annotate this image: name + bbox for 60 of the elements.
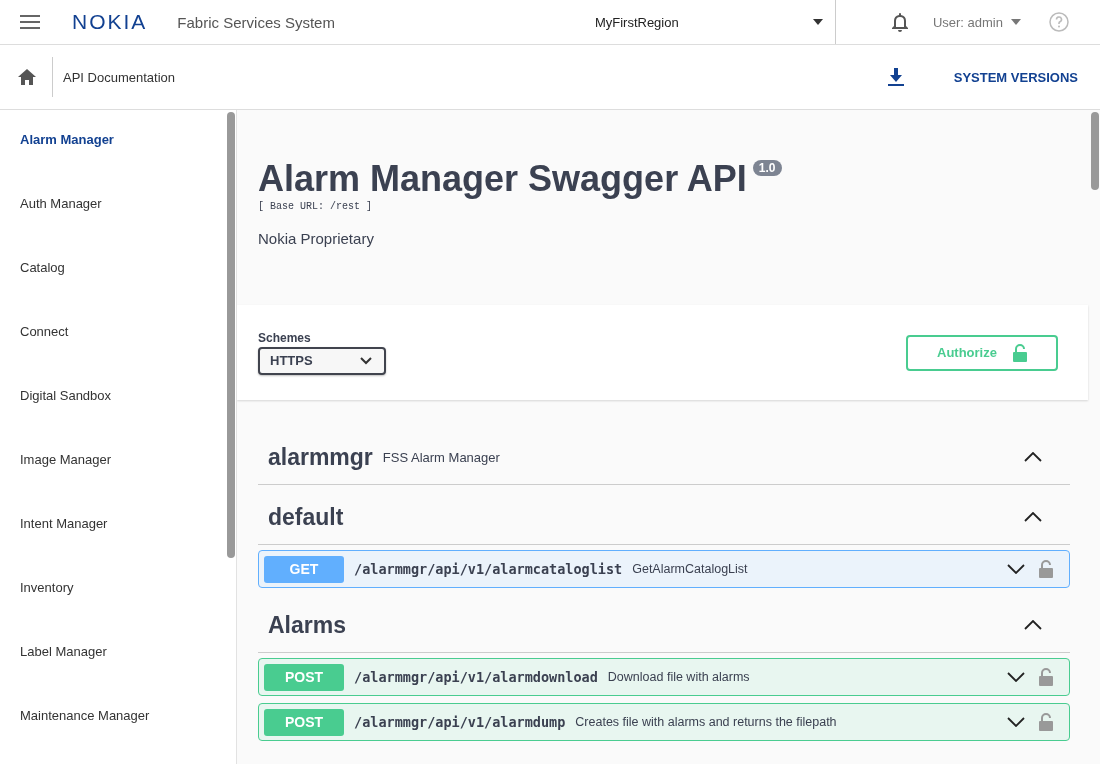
operation-row[interactable]: POST /alarmmgr/api/v1/alarmdump Creates file with alarms and returns the filepath <box>258 703 1070 741</box>
sidebar-item[interactable]: Maintenance Manager <box>0 708 236 764</box>
api-description: Nokia Proprietary <box>258 230 375 247</box>
unlocked-padlock-icon <box>1012 343 1027 362</box>
version-badge: 1.0 <box>752 160 782 176</box>
sidebar-item[interactable]: Image Manager <box>0 452 236 516</box>
menu-icon[interactable] <box>20 15 40 29</box>
chevron-down-icon[interactable] <box>1007 672 1025 682</box>
unlocked-padlock-icon[interactable] <box>1039 560 1053 578</box>
nokia-logo: NOKIA <box>72 10 148 34</box>
method-badge: POST <box>264 663 344 691</box>
region-dropdown[interactable]: MyFirstRegion <box>594 0 836 44</box>
tag-header[interactable]: default <box>258 490 1070 545</box>
unlocked-padlock-icon[interactable] <box>1039 713 1053 731</box>
chevron-down-icon[interactable] <box>1007 564 1025 574</box>
tag-header[interactable]: alarmmgr FSS Alarm Manager <box>258 430 1070 485</box>
app-title: Fabric Services System <box>177 13 335 31</box>
chevron-icon[interactable] <box>1024 512 1042 522</box>
main-scrollbar[interactable] <box>1091 112 1099 190</box>
chevron-icon[interactable] <box>1024 452 1042 462</box>
home-icon[interactable] <box>18 69 36 85</box>
operation-summary: Creates file with alarms and returns the filepath <box>575 715 837 729</box>
sidebar-scrollbar[interactable] <box>227 112 235 558</box>
schemes-label: Schemes <box>258 330 312 345</box>
dropdown-caret-icon <box>1011 19 1021 25</box>
operation-path: /alarmmgr/api/v1/alarmdownload <box>354 669 598 685</box>
sidebar-item[interactable]: Alarm Manager <box>0 132 236 196</box>
operation-path: /alarmmgr/api/v1/alarmdump <box>354 714 566 730</box>
operation-row[interactable]: POST /alarmmgr/api/v1/alarmdownload Download file with alarms <box>258 658 1070 696</box>
download-icon[interactable] <box>887 68 904 86</box>
unlocked-padlock-icon[interactable] <box>1039 668 1053 686</box>
chevron-icon[interactable] <box>1024 620 1042 630</box>
chevron-down-icon[interactable] <box>1007 717 1025 727</box>
method-badge: GET <box>264 555 344 583</box>
tag-name: Alarms <box>268 611 346 639</box>
api-title: Alarm Manager Swagger API <box>258 158 747 200</box>
sidebar-item[interactable]: Auth Manager <box>0 196 236 260</box>
sidebar-item[interactable]: Inventory <box>0 580 236 644</box>
schemes-select[interactable]: HTTPS <box>258 346 386 375</box>
sidebar-item[interactable]: Intent Manager <box>0 516 236 580</box>
sidebar-item[interactable]: Connect <box>0 324 236 388</box>
operation-summary: Download file with alarms <box>607 670 750 684</box>
breadcrumb: API Documentation <box>52 57 175 97</box>
sidebar-item[interactable]: Digital Sandbox <box>0 388 236 452</box>
tag-name: alarmmgr <box>268 443 373 471</box>
chevron-down-icon <box>360 356 372 365</box>
user-menu[interactable]: User: admin <box>932 14 1021 30</box>
tag-name: default <box>268 503 344 531</box>
dropdown-caret-icon <box>812 19 823 25</box>
tag-header[interactable]: Alarms <box>258 598 1070 653</box>
operation-row[interactable]: GET /alarmmgr/api/v1/alarmcataloglist GetAlarmCatalogList <box>258 550 1070 588</box>
tag-description: FSS Alarm Manager <box>382 449 500 465</box>
notification-bell-icon[interactable] <box>890 12 909 32</box>
base-url: [ Base URL: /rest ] <box>258 201 374 212</box>
operation-path: /alarmmgr/api/v1/alarmcataloglist <box>354 561 623 577</box>
sidebar-item[interactable]: Label Manager <box>0 644 236 708</box>
operation-summary: GetAlarmCatalogList <box>632 562 748 576</box>
system-versions-button[interactable]: SYSTEM VERSIONS <box>953 69 1078 85</box>
method-badge: POST <box>264 708 344 736</box>
sidebar-item[interactable]: Catalog <box>0 260 236 324</box>
